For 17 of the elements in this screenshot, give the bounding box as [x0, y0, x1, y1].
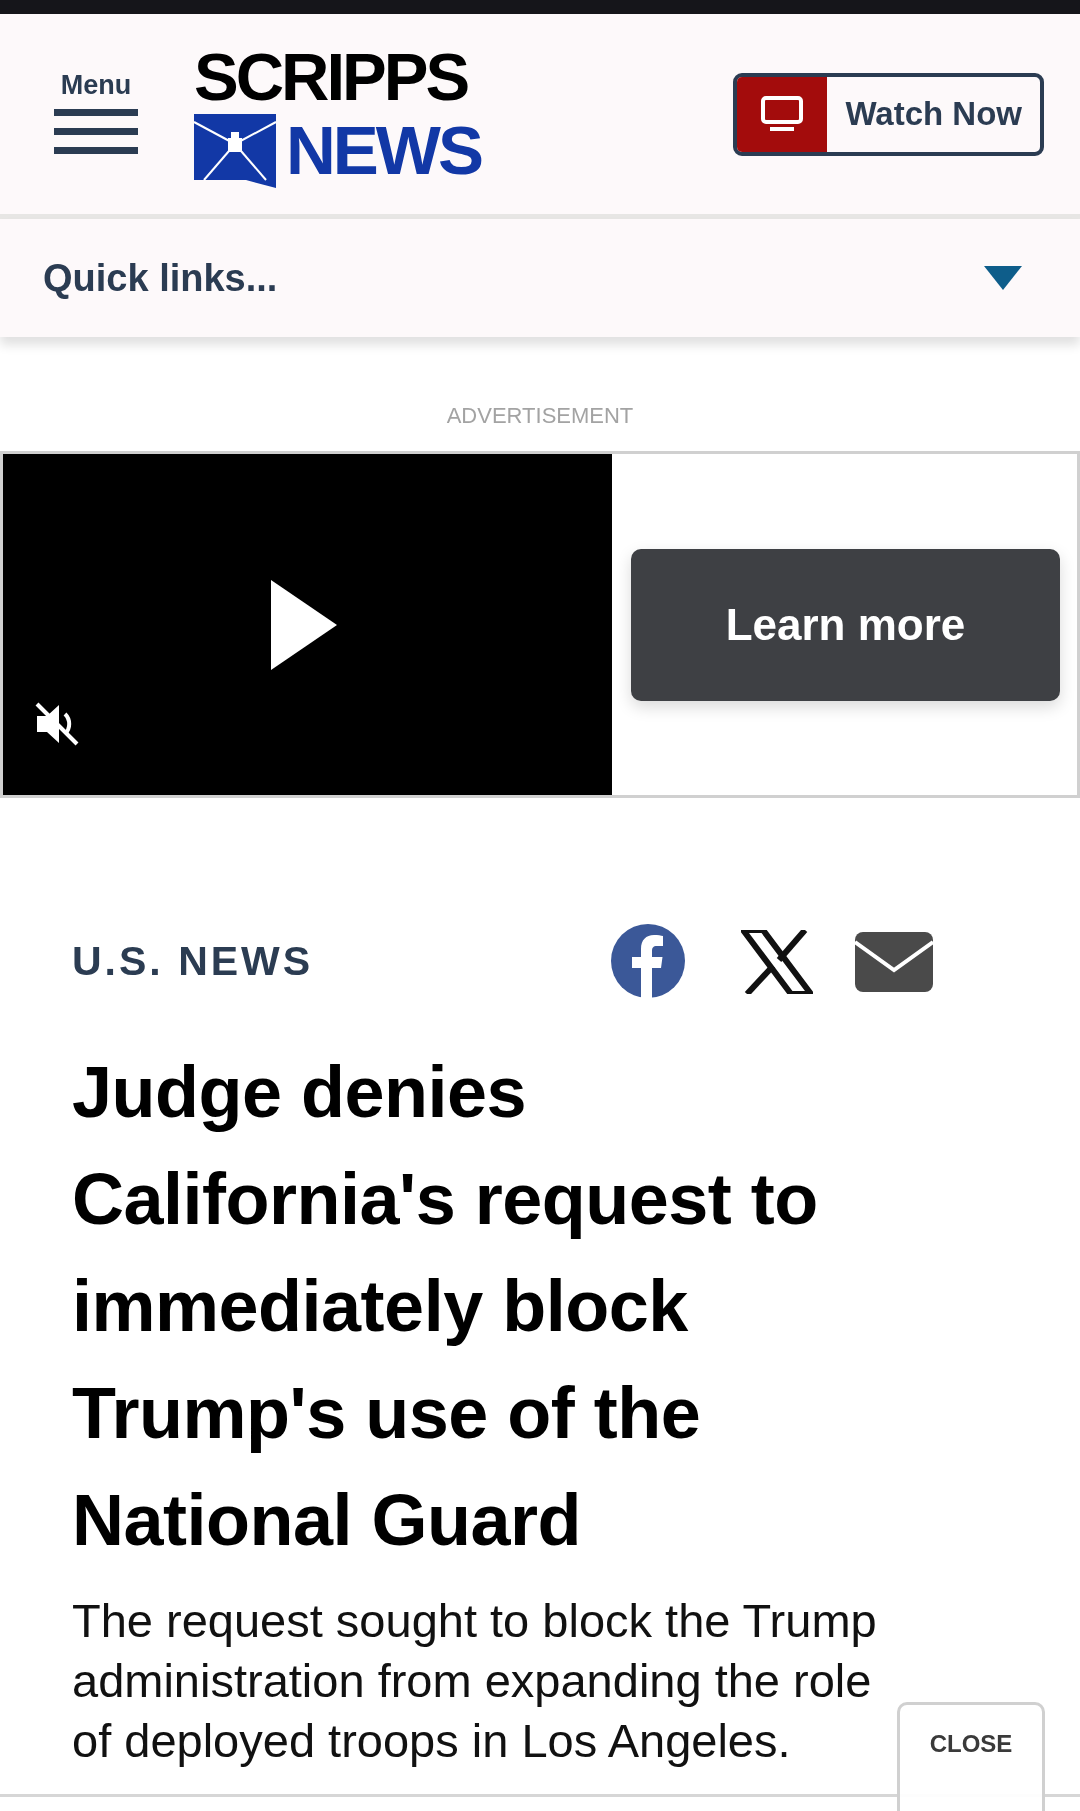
menu-button[interactable]: Menu: [54, 69, 138, 155]
play-icon[interactable]: [270, 579, 337, 670]
x-logo-icon[interactable]: [741, 929, 813, 994]
headline: Judge denies California's request to immediately block Trump's use of the National Guard: [72, 1051, 819, 1562]
tv-icon: [760, 95, 805, 133]
facebook-icon[interactable]: [611, 923, 685, 1000]
mute-icon[interactable]: [33, 700, 81, 748]
quick-links-dropdown[interactable]: Quick links...: [0, 219, 1080, 337]
advertisement-label: ADVERTISEMENT: [446, 403, 634, 429]
email-icon[interactable]: [855, 931, 933, 992]
watch-now-button[interactable]: Watch Now: [733, 72, 1044, 156]
learn-more-button[interactable]: Learn more: [631, 548, 1060, 701]
close-button[interactable]: CLOSE: [897, 1702, 1045, 1811]
category-label[interactable]: U.S. NEWS: [72, 938, 314, 985]
lighthouse-icon[interactable]: [194, 113, 276, 188]
menu-icon: [54, 108, 138, 155]
article-summary: The request sought to block the Trump administration from expanding the role of deployed troops in Los Angeles.: [72, 1593, 878, 1769]
